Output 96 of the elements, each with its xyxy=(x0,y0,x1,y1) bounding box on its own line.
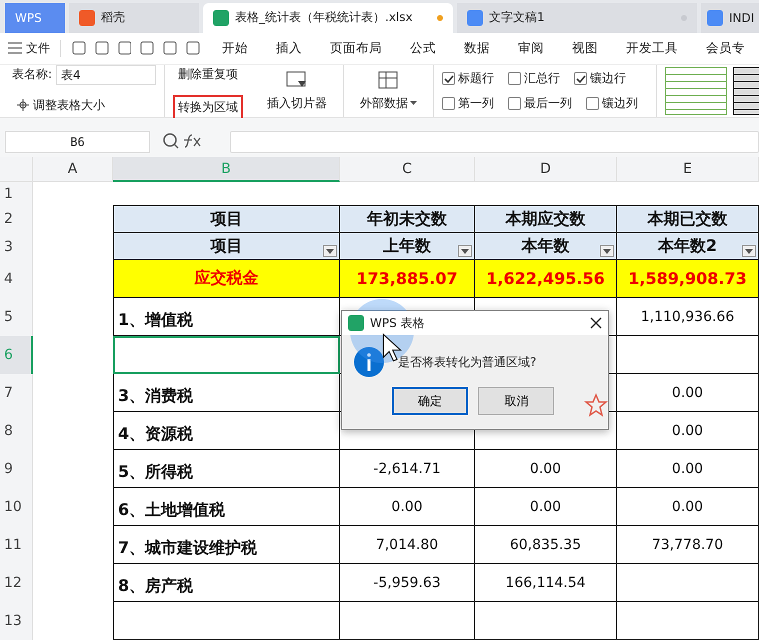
resize-table-button[interactable]: 调整表格大小 xyxy=(12,92,156,118)
table-cell: 73,778.70 xyxy=(617,526,759,564)
check-mark-icon xyxy=(444,74,454,84)
caret-icon xyxy=(410,101,418,106)
external-data-label: 外部数据 xyxy=(360,94,408,112)
table-cell: 应交税金 xyxy=(113,260,340,298)
table-style-swatch[interactable] xyxy=(665,67,728,116)
file-menu[interactable]: 文件 xyxy=(8,40,61,57)
table-cell: 本年数 xyxy=(475,233,617,260)
filter-dropdown-icon[interactable] xyxy=(742,245,756,257)
column-header[interactable]: A xyxy=(33,157,113,182)
dialog-button[interactable]: 确定 xyxy=(392,387,468,415)
table-cell: 0.00 xyxy=(340,488,475,526)
menu-tab[interactable]: 会员专 xyxy=(692,40,759,57)
menu-tab[interactable]: 视图 xyxy=(558,40,612,57)
table-cell: 6、土地增值税 xyxy=(113,488,340,526)
close-icon[interactable] xyxy=(590,317,602,329)
table-cell: 166,114.54 xyxy=(475,564,617,602)
row-number[interactable]: 8 xyxy=(0,412,33,450)
menu-tab[interactable]: 开始 xyxy=(208,40,262,57)
column-header[interactable]: C xyxy=(340,157,475,182)
option-checkbox[interactable]: 第一列 xyxy=(442,95,504,112)
remove-duplicates-button[interactable]: 删除重复项 xyxy=(173,62,244,88)
table-cell: 上年数 xyxy=(340,233,475,260)
tab[interactable]: 表格_统计表（年税统计表）.xlsx xyxy=(203,2,453,33)
table-cell: 4、资源税 xyxy=(113,412,340,450)
table-icon xyxy=(378,70,400,91)
row-number[interactable]: 1 xyxy=(0,182,33,205)
option-checkbox[interactable]: 汇总行 xyxy=(508,70,570,88)
row-number[interactable]: 12 xyxy=(0,564,33,602)
table-cell: 7,014.80 xyxy=(340,526,475,564)
menu-tab[interactable]: 插入 xyxy=(262,40,316,57)
check-mark-icon xyxy=(576,74,586,84)
table-cell: -2,614.71 xyxy=(340,450,475,488)
selected-cell[interactable] xyxy=(113,336,340,374)
row-number[interactable]: 2 xyxy=(0,205,33,233)
menu-tab[interactable]: 数据 xyxy=(450,40,504,57)
table-cell: 本期已交数 xyxy=(617,205,759,233)
option-checkbox[interactable]: 镶边行 xyxy=(574,70,644,88)
table-cell: 1,589,908.73 xyxy=(617,260,759,298)
table-cell: 0.00 xyxy=(475,488,617,526)
table-cell: 60,835.35 xyxy=(475,526,617,564)
row-number[interactable]: 13 xyxy=(0,602,33,640)
external-data-button[interactable]: 外部数据 xyxy=(352,70,426,112)
table-cell: 项目 xyxy=(113,233,340,260)
table-cell: -5,959.63 xyxy=(340,564,475,602)
column-header[interactable]: E xyxy=(617,157,759,182)
dialog-title: WPS 表格 xyxy=(370,314,425,332)
option-checkbox[interactable]: 最后一列 xyxy=(508,95,582,112)
name-box[interactable]: B6 xyxy=(5,131,150,154)
option-checkbox[interactable]: 标题行 xyxy=(442,70,504,88)
table-cell: 1,110,936.66 xyxy=(617,298,759,336)
filter-dropdown-icon[interactable] xyxy=(458,245,472,257)
star-icon xyxy=(584,393,608,417)
dialog-message: 是否将表转化为普通区域? xyxy=(398,354,536,370)
formula-field[interactable] xyxy=(230,131,759,154)
tab[interactable]: 文字文稿1 xyxy=(457,2,697,33)
option-checkbox[interactable]: 镶边列 xyxy=(586,95,648,112)
table-cell: 1、增值税 xyxy=(113,298,340,336)
column-header[interactable]: D xyxy=(475,157,617,182)
menu-tab[interactable]: 审阅 xyxy=(504,40,558,57)
row-number[interactable]: 3 xyxy=(0,233,33,260)
row-number[interactable]: 7 xyxy=(0,374,33,412)
table-cell: 3、消费税 xyxy=(113,374,340,412)
table-cell: 7、城市建设维护税 xyxy=(113,526,340,564)
table-cell: 0.00 xyxy=(475,450,617,488)
filter-dropdown-icon[interactable] xyxy=(323,245,337,257)
insert-slicer-button[interactable]: 插入切片器 xyxy=(259,70,336,112)
table-cell: 本期应交数 xyxy=(475,205,617,233)
tab[interactable]: INDI xyxy=(701,2,759,33)
table-cell: 5、所得税 xyxy=(113,450,340,488)
row-number[interactable]: 11 xyxy=(0,526,33,564)
menu-tab[interactable]: 公式 xyxy=(396,40,450,57)
row-number[interactable]: 5 xyxy=(0,298,33,336)
table-cell: 0.00 xyxy=(617,412,759,450)
table-cell: 0.00 xyxy=(617,374,759,412)
table-name-label: 表名称: xyxy=(12,66,52,84)
row-number[interactable]: 4 xyxy=(0,260,33,298)
menu-tab[interactable]: 开发工具 xyxy=(612,40,692,57)
table-cell: 8、房产税 xyxy=(113,564,340,602)
table-cell: 本年数2 xyxy=(617,233,759,260)
table-cell: 1,622,495.56 xyxy=(475,260,617,298)
info-icon xyxy=(354,347,384,377)
row-number[interactable]: 9 xyxy=(0,450,33,488)
menu-icon xyxy=(8,42,22,54)
filter-dropdown-icon[interactable] xyxy=(600,245,614,257)
row-number[interactable]: 10 xyxy=(0,488,33,526)
table-cell: 0.00 xyxy=(617,488,759,526)
table-name-field[interactable]: 表4 xyxy=(56,64,156,85)
dialog-button[interactable]: 取消 xyxy=(478,387,554,415)
table-cell: 173,885.07 xyxy=(340,260,475,298)
tab[interactable]: 稻壳 xyxy=(69,2,199,33)
table-cell: 0.00 xyxy=(617,450,759,488)
menu-tab[interactable]: 页面布局 xyxy=(316,40,396,57)
table-cell: 项目 xyxy=(113,205,340,233)
table-cell: 年初未交数 xyxy=(340,205,475,233)
